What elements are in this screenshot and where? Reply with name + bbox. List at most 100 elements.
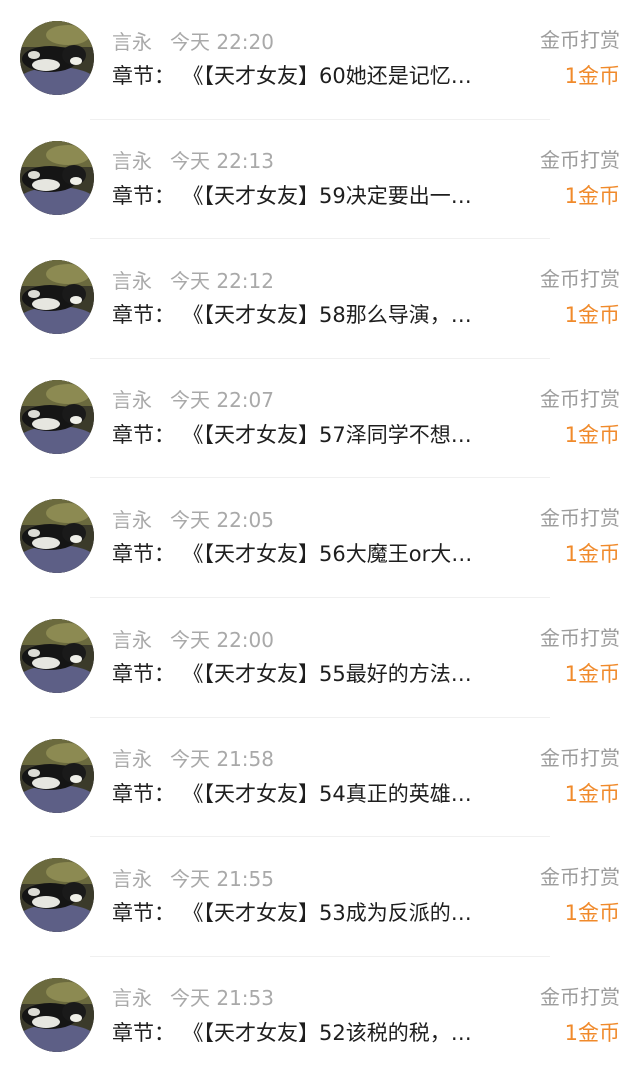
avatar[interactable] — [20, 619, 94, 693]
chapter-title: 《【天才女友】54真正的英雄… — [193, 781, 472, 806]
chapter-line: 章节： 《【天才女友】60她还是记忆… — [112, 60, 532, 92]
chapter-title: 《【天才女友】55最好的方法… — [193, 662, 472, 686]
tip-amount: 1金币 — [564, 183, 620, 208]
cat-photo-icon — [20, 21, 94, 95]
tip-type-label: 金币打赏 — [540, 506, 620, 531]
tip-amount: 1金币 — [564, 662, 620, 686]
meta-line: 言永 今天 21:53 — [112, 983, 274, 1011]
meta-line: 言永 今天 22:20 — [112, 26, 274, 54]
tip-record-row[interactable]: 言永 今天 22:12 金币打赏 章节： 《【天才女友】58那么导演，… 1金币 — [0, 239, 640, 359]
chapter-title: 《【天才女友】58那么导演，… — [193, 303, 472, 328]
tip-type-label: 金币打赏 — [540, 386, 620, 411]
chapter-prefix: 章节： — [112, 542, 175, 567]
chapter-line: 章节： 《【天才女友】59决定要出一… — [112, 180, 532, 212]
timestamp: 今天 22:05 — [170, 507, 274, 532]
cat-photo-icon — [20, 977, 94, 1052]
chapter-line: 章节： 《【天才女友】54真正的英雄… — [112, 778, 532, 810]
avatar[interactable] — [20, 379, 94, 454]
tip-record-row[interactable]: 言永 今天 22:13 金币打赏 章节： 《【天才女友】59决定要出一… 1金币 — [0, 120, 640, 240]
meta-line: 言永 今天 22:07 — [112, 385, 274, 413]
meta-line: 言永 今天 22:00 — [112, 624, 274, 652]
tip-record-row[interactable]: 言永 今天 22:07 金币打赏 章节： 《【天才女友】57泽同学不想… 1金币 — [0, 359, 640, 479]
tip-amount: 1金币 — [564, 901, 620, 926]
tip-type-label: 金币打赏 — [540, 147, 620, 172]
chapter-title: 《【天才女友】60她还是记忆… — [193, 64, 472, 88]
chapter-prefix: 章节： — [112, 183, 175, 208]
cat-photo-icon — [20, 738, 94, 813]
chapter-title: 《【天才女友】59决定要出一… — [193, 183, 472, 208]
meta-line: 言永 今天 22:05 — [112, 504, 274, 532]
avatar[interactable] — [20, 499, 94, 574]
timestamp: 今天 22:12 — [170, 268, 274, 293]
timestamp: 今天 22:20 — [170, 29, 274, 54]
cat-photo-icon — [20, 260, 94, 335]
avatar[interactable] — [20, 140, 94, 215]
chapter-line: 章节： 《【天才女友】53成为反派的… — [112, 897, 532, 929]
tip-amount: 1金币 — [564, 303, 620, 328]
tip-type-label: 金币打赏 — [540, 984, 620, 1009]
chapter-line: 章节： 《【天才女友】57泽同学不想… — [112, 419, 532, 451]
tip-type-label: 金币打赏 — [540, 267, 620, 292]
tip-type-label: 金币打赏 — [540, 865, 620, 890]
chapter-title: 《【天才女友】53成为反派的… — [193, 901, 472, 926]
tip-record-row[interactable]: 言永 今天 21:55 金币打赏 章节： 《【天才女友】53成为反派的… 1金币 — [0, 837, 640, 957]
timestamp: 今天 21:53 — [170, 986, 274, 1011]
tip-record-row[interactable]: 言永 今天 21:53 金币打赏 章节： 《【天才女友】52该税的税，… 1金币 — [0, 957, 640, 1076]
user-name[interactable]: 言永 — [112, 26, 152, 55]
chapter-prefix: 章节： — [112, 662, 175, 686]
user-name[interactable]: 言永 — [112, 982, 152, 1011]
meta-line: 言永 今天 22:12 — [112, 265, 274, 293]
tip-amount: 1金币 — [564, 542, 620, 567]
avatar[interactable] — [20, 21, 94, 95]
cat-photo-icon — [20, 379, 94, 454]
chapter-prefix: 章节： — [112, 303, 175, 328]
cat-photo-icon — [20, 858, 94, 933]
timestamp: 今天 21:58 — [170, 747, 274, 772]
avatar[interactable] — [20, 858, 94, 933]
user-name[interactable]: 言永 — [112, 504, 152, 533]
chapter-line: 章节： 《【天才女友】58那么导演，… — [112, 299, 532, 331]
tip-record-row[interactable]: 言永 今天 22:20 金币打赏 章节： 《【天才女友】60她还是记忆… 1金币 — [0, 0, 640, 120]
timestamp: 今天 22:00 — [170, 627, 274, 652]
avatar[interactable] — [20, 977, 94, 1052]
chapter-prefix: 章节： — [112, 422, 175, 447]
chapter-prefix: 章节： — [112, 1020, 175, 1045]
meta-line: 言永 今天 22:13 — [112, 146, 274, 174]
tip-type-label: 金币打赏 — [540, 28, 620, 52]
cat-photo-icon — [20, 499, 94, 574]
chapter-line: 章节： 《【天才女友】52该税的税，… — [112, 1017, 532, 1049]
tip-amount: 1金币 — [564, 64, 620, 88]
user-name[interactable]: 言永 — [112, 743, 152, 772]
user-name[interactable]: 言永 — [112, 384, 152, 413]
tip-record-row[interactable]: 言永 今天 22:00 金币打赏 章节： 《【天才女友】55最好的方法… 1金币 — [0, 598, 640, 718]
cat-photo-icon — [20, 140, 94, 215]
timestamp: 今天 22:07 — [170, 388, 274, 413]
chapter-prefix: 章节： — [112, 901, 175, 926]
tip-type-label: 金币打赏 — [540, 626, 620, 650]
user-name[interactable]: 言永 — [112, 863, 152, 892]
avatar[interactable] — [20, 260, 94, 335]
timestamp: 今天 22:13 — [170, 149, 274, 174]
tip-type-label: 金币打赏 — [540, 745, 620, 770]
tip-amount: 1金币 — [564, 422, 620, 447]
chapter-title: 《【天才女友】56大魔王or大… — [193, 542, 473, 567]
avatar[interactable] — [20, 738, 94, 813]
user-name[interactable]: 言永 — [112, 145, 152, 174]
chapter-title: 《【天才女友】57泽同学不想… — [193, 422, 472, 447]
chapter-prefix: 章节： — [112, 64, 175, 88]
chapter-title: 《【天才女友】52该税的税，… — [193, 1020, 472, 1045]
chapter-prefix: 章节： — [112, 781, 175, 806]
user-name[interactable]: 言永 — [112, 624, 152, 653]
cat-photo-icon — [20, 619, 94, 693]
tip-record-row[interactable]: 言永 今天 22:05 金币打赏 章节： 《【天才女友】56大魔王or大… 1金币 — [0, 478, 640, 598]
tip-record-row[interactable]: 言永 今天 21:58 金币打赏 章节： 《【天才女友】54真正的英雄… 1金币 — [0, 718, 640, 838]
tip-record-list: 言永 今天 22:20 金币打赏 章节： 《【天才女友】60她还是记忆… 1金币 — [0, 0, 640, 1057]
tip-amount: 1金币 — [564, 781, 620, 806]
meta-line: 言永 今天 21:58 — [112, 744, 274, 772]
tip-amount: 1金币 — [564, 1020, 620, 1045]
chapter-line: 章节： 《【天才女友】56大魔王or大… — [112, 538, 532, 570]
user-name[interactable]: 言永 — [112, 265, 152, 294]
meta-line: 言永 今天 21:55 — [112, 863, 274, 891]
chapter-line: 章节： 《【天才女友】55最好的方法… — [112, 658, 532, 690]
timestamp: 今天 21:55 — [170, 866, 274, 891]
